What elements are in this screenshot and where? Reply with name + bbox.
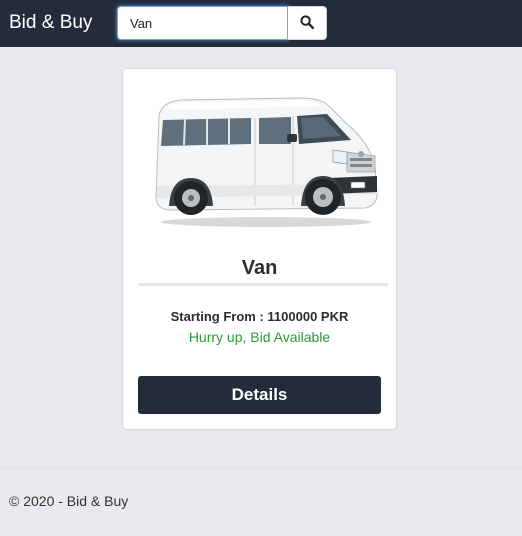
footer-text: © 2020 - Bid & Buy — [9, 493, 129, 509]
search-input[interactable] — [117, 6, 288, 40]
van-image — [155, 97, 378, 227]
search-form — [117, 6, 327, 40]
title-divider — [138, 283, 388, 286]
details-button[interactable]: Details — [138, 376, 381, 414]
search-icon — [300, 14, 315, 32]
listing-title: Van — [241, 257, 278, 279]
bid-status: Hurry up, Bid Available — [188, 329, 331, 345]
footer-divider — [0, 468, 522, 469]
search-button[interactable] — [288, 6, 327, 40]
starting-price: Starting From : 1100000 PKR — [170, 309, 349, 324]
navbar: Bid & Buy — [0, 0, 522, 47]
brand-link[interactable]: Bid & Buy — [9, 12, 92, 34]
listing-card: Van Starting From : 1100000 PKR Hurry up… — [123, 69, 396, 429]
